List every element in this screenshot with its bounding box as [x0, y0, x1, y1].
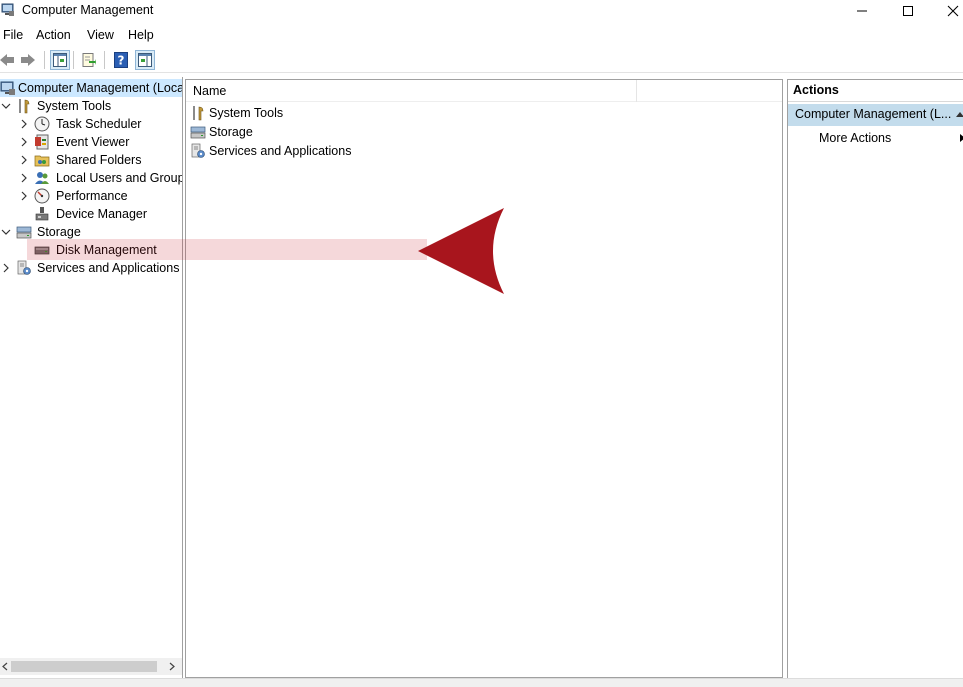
storage-icon — [190, 126, 206, 139]
chevron-right-icon[interactable] — [19, 119, 29, 129]
menu-action[interactable]: Action — [36, 28, 71, 42]
actions-section-computer-management[interactable]: Computer Management (L... — [788, 104, 963, 126]
show-hide-console-tree-button[interactable] — [50, 50, 70, 70]
svg-text:?: ? — [118, 54, 125, 68]
results-pane: Name System Tools Storage Services and A… — [185, 79, 783, 678]
menu-view[interactable]: View — [87, 28, 114, 42]
menu-bar: File Action View Help — [0, 26, 963, 46]
tree-item-services-and-applications[interactable]: Services and Applications — [0, 259, 182, 277]
action-pane-icon — [138, 53, 152, 67]
back-arrow-icon — [0, 54, 14, 66]
collapse-arrow-icon[interactable] — [956, 112, 963, 117]
list-item-services-and-applications[interactable]: Services and Applications — [190, 142, 490, 160]
device-manager-icon — [35, 207, 49, 221]
scroll-right-icon[interactable] — [168, 662, 176, 671]
column-label: Name — [193, 84, 227, 98]
console-tree: Computer Management (Local System Tools … — [0, 77, 183, 678]
scroll-left-icon[interactable] — [1, 662, 9, 671]
tree-label: Computer Management (Local — [18, 81, 183, 95]
chevron-right-icon[interactable] — [19, 155, 29, 165]
tree-label: Local Users and Groups — [56, 171, 183, 185]
tree-label: Event Viewer — [56, 135, 130, 149]
tree-item-task-scheduler[interactable]: Task Scheduler — [0, 115, 182, 133]
annotation-highlight — [27, 239, 427, 260]
tree-item-shared-folders[interactable]: Shared Folders — [0, 151, 182, 169]
back-button[interactable] — [0, 50, 17, 70]
list-item-storage[interactable]: Storage — [190, 123, 490, 141]
clock-icon — [34, 116, 50, 132]
tree-label: Storage — [37, 225, 81, 239]
actions-section-label: Computer Management (L... — [795, 107, 952, 121]
tree-item-device-manager[interactable]: Device Manager — [0, 205, 182, 223]
actions-title: Actions — [793, 83, 839, 97]
tree-label: Services and Applications — [37, 261, 180, 275]
tree-label: Device Manager — [56, 207, 148, 221]
tree-label: System Tools — [37, 99, 112, 113]
tree-item-local-users-and-groups[interactable]: Local Users and Groups — [0, 169, 183, 187]
tree-label: Shared Folders — [56, 153, 142, 167]
storage-icon — [16, 226, 32, 239]
maximize-icon — [903, 6, 913, 16]
minimize-button[interactable] — [839, 0, 885, 22]
annotation-arrow-icon — [418, 208, 504, 294]
performance-gauge-icon — [34, 188, 50, 204]
tree-label: Performance — [56, 189, 128, 203]
actions-header: Actions — [788, 80, 963, 102]
forward-button[interactable] — [18, 50, 38, 70]
window-title: Computer Management — [22, 3, 154, 17]
more-actions-label: More Actions — [819, 131, 892, 145]
actions-pane: Actions Computer Management (L... More A… — [787, 79, 963, 678]
close-icon — [947, 5, 959, 17]
title-bar: Computer Management — [0, 0, 963, 22]
services-icon — [17, 260, 31, 275]
tools-icon — [193, 106, 204, 121]
console-tree-icon — [53, 53, 67, 67]
more-actions-item[interactable]: More Actions — [788, 129, 963, 149]
forward-arrow-icon — [21, 54, 35, 66]
tools-icon — [19, 99, 30, 114]
tree-label: Task Scheduler — [56, 117, 142, 131]
scrollbar-thumb[interactable] — [11, 661, 157, 672]
chevron-right-icon[interactable] — [19, 137, 29, 147]
tree-item-computer-management[interactable]: Computer Management (Local — [0, 79, 183, 97]
help-button[interactable]: ? — [111, 50, 131, 70]
export-list-button[interactable] — [79, 50, 99, 70]
chevron-down-icon[interactable] — [1, 101, 11, 111]
horizontal-scrollbar[interactable] — [0, 658, 182, 675]
tree-item-event-viewer[interactable]: Event Viewer — [0, 133, 182, 151]
list-item-system-tools[interactable]: System Tools — [190, 104, 490, 122]
shared-folder-icon — [34, 155, 50, 167]
services-icon — [191, 143, 205, 158]
help-icon: ? — [114, 52, 128, 68]
column-header-name[interactable]: Name — [186, 80, 782, 102]
computer-management-window: Computer Management File Action View Hel… — [0, 0, 963, 687]
list-item-label: Storage — [209, 125, 253, 139]
tree-item-performance[interactable]: Performance — [0, 187, 182, 205]
maximize-button[interactable] — [885, 0, 931, 22]
menu-file[interactable]: File — [3, 28, 23, 42]
toolbar-separator — [104, 51, 105, 69]
computer-management-icon — [0, 81, 15, 95]
export-list-icon — [82, 53, 96, 67]
show-hide-action-pane-button[interactable] — [135, 50, 155, 70]
users-icon — [35, 172, 49, 184]
list-item-label: Services and Applications — [209, 144, 352, 158]
column-divider[interactable] — [636, 80, 637, 102]
chevron-right-icon[interactable] — [1, 263, 11, 273]
menu-help[interactable]: Help — [128, 28, 154, 42]
minimize-icon — [857, 10, 867, 12]
close-button[interactable] — [930, 0, 963, 22]
toolbar: ? — [0, 47, 963, 73]
toolbar-separator — [44, 51, 45, 69]
chevron-right-icon[interactable] — [19, 191, 29, 201]
chevron-right-icon[interactable] — [19, 173, 29, 183]
tree-item-system-tools[interactable]: System Tools — [0, 97, 182, 115]
toolbar-separator — [73, 51, 74, 69]
list-item-label: System Tools — [209, 106, 284, 120]
event-viewer-icon — [35, 134, 49, 150]
chevron-down-icon[interactable] — [1, 227, 11, 237]
computer-management-icon — [1, 3, 14, 16]
status-bar — [0, 678, 963, 687]
